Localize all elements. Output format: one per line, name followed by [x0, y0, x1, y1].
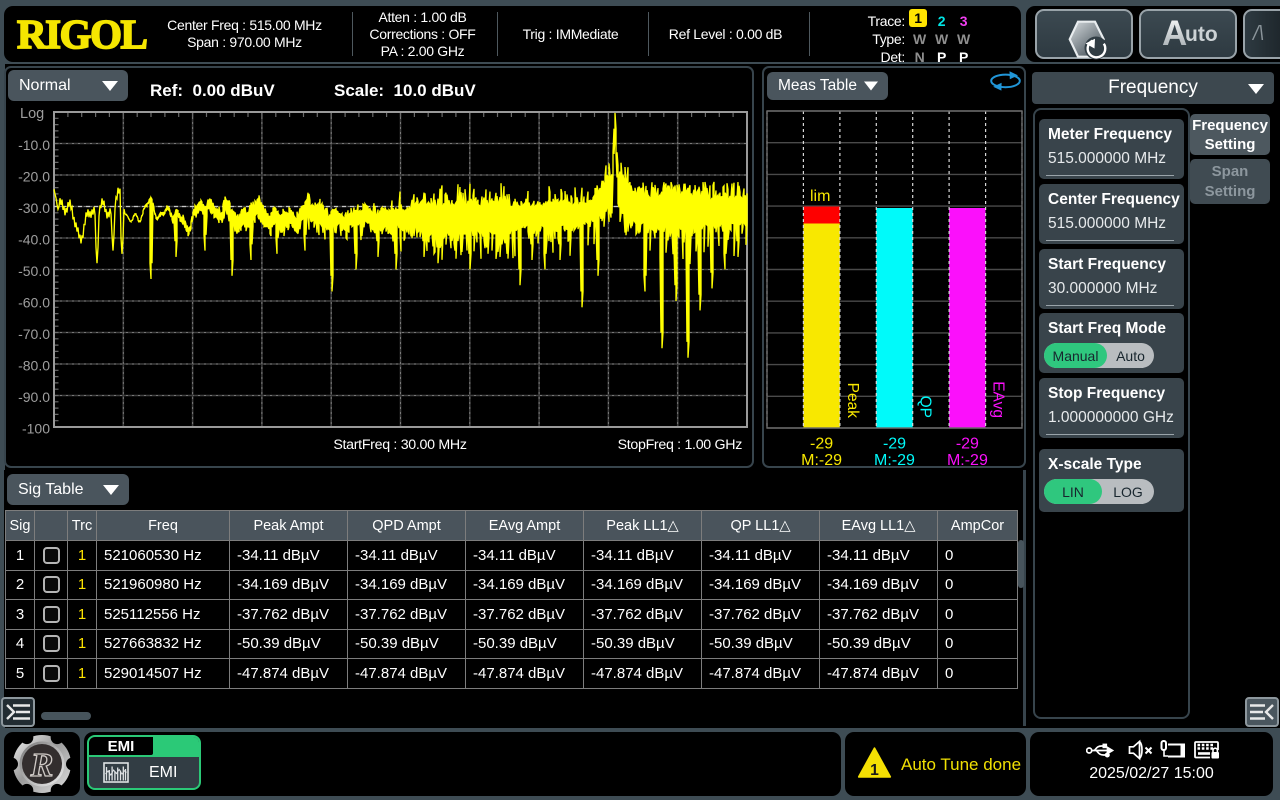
svg-text:-90.0: -90.0	[18, 389, 50, 405]
svg-text:-29: -29	[810, 436, 833, 453]
svg-text:M:-29: M:-29	[801, 452, 842, 466]
svg-text:StopFreq : 1.00 GHz: StopFreq : 1.00 GHz	[618, 437, 743, 453]
svg-text:M:-29: M:-29	[947, 452, 988, 466]
svg-text:-20.0: -20.0	[18, 169, 50, 185]
svg-text:StartFreq : 30.00 MHz: StartFreq : 30.00 MHz	[333, 437, 466, 453]
svg-text:EAvg: EAvg	[990, 381, 1007, 418]
svg-text:-29: -29	[883, 436, 906, 453]
svg-text:-100: -100	[22, 421, 50, 437]
svg-text:R: R	[30, 747, 54, 784]
svg-text:M:-29: M:-29	[874, 452, 915, 466]
svg-text:-60.0: -60.0	[18, 295, 50, 311]
svg-text:lim: lim	[810, 188, 830, 205]
svg-text:-29: -29	[956, 436, 979, 453]
svg-text:-30.0: -30.0	[18, 200, 50, 216]
svg-text:-10.0: -10.0	[18, 137, 50, 153]
svg-text:Log: Log	[20, 106, 44, 122]
svg-text:Peak: Peak	[844, 383, 861, 419]
svg-text:-50.0: -50.0	[18, 263, 50, 279]
svg-text:-70.0: -70.0	[18, 326, 50, 342]
svg-text:1: 1	[870, 762, 879, 779]
svg-text:-40.0: -40.0	[18, 232, 50, 248]
svg-text:-80.0: -80.0	[18, 358, 50, 374]
svg-text:QP: QP	[917, 396, 934, 418]
